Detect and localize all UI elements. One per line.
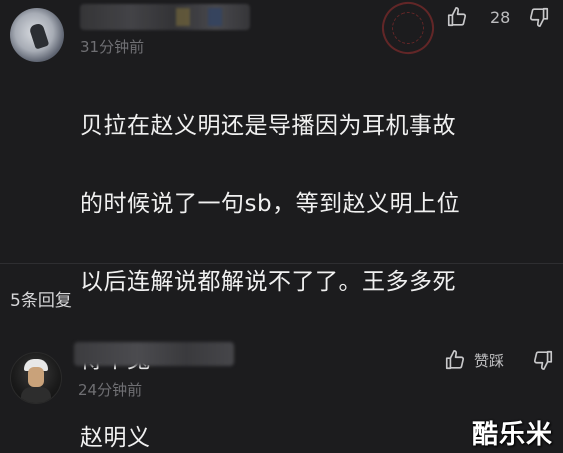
reply-avatar[interactable] xyxy=(10,352,62,404)
like-count: 28 xyxy=(490,7,511,27)
stamp-seal xyxy=(374,0,442,62)
stamp-inner-ring xyxy=(387,7,429,49)
avatar-face xyxy=(28,367,44,387)
comment-text-line: 的时候说了一句sb，等到赵义明上位 xyxy=(80,191,461,217)
commenter-avatar[interactable] xyxy=(10,8,64,62)
blur-pixel xyxy=(208,8,222,26)
blur-pixel xyxy=(176,8,190,26)
thumbs-up-icon[interactable] xyxy=(446,6,468,28)
reply-like-group: 赞踩 xyxy=(444,349,504,371)
comment-text-line: 贝拉在赵义明还是导播因为耳机事故 xyxy=(80,113,456,139)
comment-text-line: 以后连解说都解说不了了。王多多死 xyxy=(80,269,456,295)
section-divider xyxy=(0,263,563,264)
watermark-logo: 酷乐米 xyxy=(471,420,553,450)
reply-author-name-blurred[interactable] xyxy=(74,342,234,366)
thumbs-up-icon[interactable] xyxy=(444,349,466,371)
like-group: 28 xyxy=(446,6,510,28)
avatar-body xyxy=(21,387,51,403)
reply-text: 赵明义 xyxy=(80,425,151,451)
replies-count-label[interactable]: 5条回复 xyxy=(10,286,72,311)
like-dislike-label: 赞踩 xyxy=(474,351,505,370)
comment-time: 31分钟前 xyxy=(80,38,145,56)
thumbs-down-icon[interactable] xyxy=(532,349,554,371)
comment-screen: 31分钟前 28 贝拉在赵义明还是导播因为耳机事故 的时候说了一句sb，等到赵义… xyxy=(0,0,563,453)
reply-time: 24分钟前 xyxy=(78,381,143,399)
comment-card: 31分钟前 28 贝拉在赵义明还是导播因为耳机事故 的时候说了一句sb，等到赵义… xyxy=(0,0,563,373)
commenter-name-blurred[interactable] xyxy=(80,4,250,30)
avatar-figure xyxy=(28,22,50,50)
thumbs-down-icon[interactable] xyxy=(528,6,550,28)
